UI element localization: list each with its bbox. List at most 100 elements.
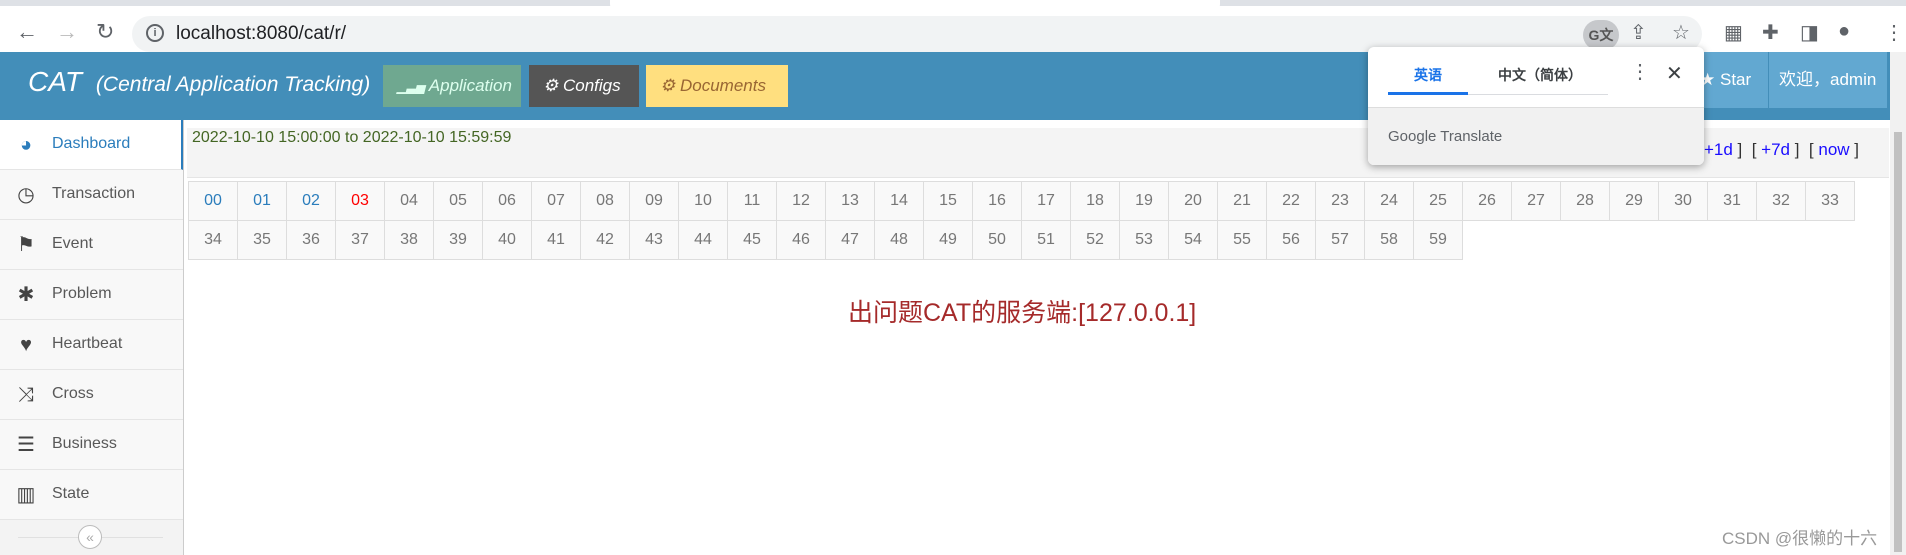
side-panel-icon[interactable]: ◨: [1800, 20, 1819, 45]
minute-cell-18[interactable]: 18: [1070, 181, 1120, 221]
minute-cell-19[interactable]: 19: [1119, 181, 1169, 221]
minute-cell-06[interactable]: 06: [482, 181, 532, 221]
minute-cell-43[interactable]: 43: [629, 220, 679, 260]
close-icon[interactable]: ✕: [1666, 61, 1683, 86]
scrollbar-thumb[interactable]: [1894, 132, 1902, 552]
sidebar-item-heartbeat[interactable]: ♥ Heartbeat: [0, 320, 183, 370]
forward-icon[interactable]: →: [56, 19, 78, 45]
tab-target-language[interactable]: 中文（简体）: [1498, 65, 1582, 85]
now-link[interactable]: now: [1818, 140, 1849, 159]
extensions-icon[interactable]: ✚: [1762, 20, 1779, 45]
minute-cell-15[interactable]: 15: [923, 181, 973, 221]
minute-cell-32[interactable]: 32: [1756, 181, 1806, 221]
minute-cell-45[interactable]: 45: [727, 220, 777, 260]
minute-cell-20[interactable]: 20: [1168, 181, 1218, 221]
minute-cell-58[interactable]: 58: [1364, 220, 1414, 260]
cogs-icon: ⚙: [660, 76, 676, 95]
time-range: 2022-10-10 15:00:00 to 2022-10-10 15:59:…: [192, 129, 512, 146]
minute-cell-42[interactable]: 42: [580, 220, 630, 260]
minute-cell-29[interactable]: 29: [1609, 181, 1659, 221]
minute-cell-13[interactable]: 13: [825, 181, 875, 221]
minute-cell-04[interactable]: 04: [384, 181, 434, 221]
minute-cell-01[interactable]: 01: [237, 181, 287, 221]
bookmark-star-icon[interactable]: ☆: [1672, 20, 1690, 45]
minute-cell-59[interactable]: 59: [1413, 220, 1463, 260]
reload-icon[interactable]: ↻: [96, 19, 114, 45]
minute-cell-49[interactable]: 49: [923, 220, 973, 260]
sidebar-item-label: State: [52, 485, 90, 502]
minute-cell-46[interactable]: 46: [776, 220, 826, 260]
minute-cell-50[interactable]: 50: [972, 220, 1022, 260]
tab-source-language[interactable]: 英语: [1414, 65, 1442, 85]
minute-cell-02[interactable]: 02: [286, 181, 336, 221]
star-button[interactable]: ★ Star: [1696, 52, 1768, 108]
minute-cell-00[interactable]: 00: [188, 181, 238, 221]
minute-cell-40[interactable]: 40: [482, 220, 532, 260]
minute-cell-09[interactable]: 09: [629, 181, 679, 221]
minute-cell-51[interactable]: 51: [1021, 220, 1071, 260]
minute-cell-21[interactable]: 21: [1217, 181, 1267, 221]
minute-cell-24[interactable]: 24: [1364, 181, 1414, 221]
minute-cell-33[interactable]: 33: [1805, 181, 1855, 221]
minute-cell-22[interactable]: 22: [1266, 181, 1316, 221]
sidebar-item-transaction[interactable]: ◷ Transaction: [0, 170, 183, 220]
application-button[interactable]: ▁▃▅ Application: [383, 65, 521, 107]
minute-cell-37[interactable]: 37: [335, 220, 385, 260]
documents-button[interactable]: ⚙ Documents: [646, 65, 788, 107]
more-options-icon[interactable]: ⋮: [1630, 59, 1650, 84]
minute-cell-11[interactable]: 11: [727, 181, 777, 221]
minute-cell-55[interactable]: 55: [1217, 220, 1267, 260]
minute-cell-57[interactable]: 57: [1315, 220, 1365, 260]
minute-cell-23[interactable]: 23: [1315, 181, 1365, 221]
minute-cell-25[interactable]: 25: [1413, 181, 1463, 221]
back-icon[interactable]: ←: [16, 19, 38, 45]
minute-cell-27[interactable]: 27: [1511, 181, 1561, 221]
minute-cell-38[interactable]: 38: [384, 220, 434, 260]
sidebar-item-problem[interactable]: ✱ Problem: [0, 270, 183, 320]
sidebar-item-business[interactable]: ☰ Business: [0, 420, 183, 470]
minute-cell-08[interactable]: 08: [580, 181, 630, 221]
minute-cell-41[interactable]: 41: [531, 220, 581, 260]
collapse-sidebar-button[interactable]: «: [78, 525, 102, 549]
minute-cell-07[interactable]: 07: [531, 181, 581, 221]
minute-cell-16[interactable]: 16: [972, 181, 1022, 221]
minute-cell-54[interactable]: 54: [1168, 220, 1218, 260]
minute-cell-36[interactable]: 36: [286, 220, 336, 260]
minute-cell-05[interactable]: 05: [433, 181, 483, 221]
minute-cell-10[interactable]: 10: [678, 181, 728, 221]
brand[interactable]: CAT (Central Application Tracking): [28, 66, 370, 98]
minute-cell-14[interactable]: 14: [874, 181, 924, 221]
minute-cell-34[interactable]: 34: [188, 220, 238, 260]
sidebar-item-cross[interactable]: ⤨ Cross: [0, 370, 183, 420]
site-info-icon[interactable]: i: [146, 24, 164, 42]
plus-7d-link[interactable]: +7d: [1761, 140, 1790, 159]
menu-icon[interactable]: ⋮: [1884, 20, 1904, 45]
minute-cell-28[interactable]: 28: [1560, 181, 1610, 221]
minute-cell-35[interactable]: 35: [237, 220, 287, 260]
configs-button[interactable]: ⚙ Configs: [529, 65, 639, 107]
scrollbar[interactable]: [1890, 52, 1906, 555]
profile-avatar-icon[interactable]: ●: [1838, 20, 1850, 43]
user-menu[interactable]: 欢迎，admin: [1769, 52, 1887, 108]
sidebar-item-state[interactable]: ▥ State: [0, 470, 183, 520]
minute-cell-44[interactable]: 44: [678, 220, 728, 260]
sidebar-item-event[interactable]: ⚑ Event: [0, 220, 183, 270]
translate-icon[interactable]: G文: [1583, 20, 1619, 50]
minute-cell-52[interactable]: 52: [1070, 220, 1120, 260]
minute-cell-03[interactable]: 03: [335, 181, 385, 221]
url-text[interactable]: localhost:8080/cat/r/: [176, 23, 346, 45]
minute-cell-31[interactable]: 31: [1707, 181, 1757, 221]
minute-cell-12[interactable]: 12: [776, 181, 826, 221]
minute-cell-39[interactable]: 39: [433, 220, 483, 260]
plus-1d-link[interactable]: +1d: [1704, 140, 1733, 159]
sidebar-item-dashboard[interactable]: ◕ Dashboard: [0, 120, 183, 170]
minute-cell-53[interactable]: 53: [1119, 220, 1169, 260]
minute-cell-30[interactable]: 30: [1658, 181, 1708, 221]
share-icon[interactable]: ⇪: [1630, 20, 1647, 45]
minute-cell-56[interactable]: 56: [1266, 220, 1316, 260]
minute-cell-47[interactable]: 47: [825, 220, 875, 260]
minute-cell-26[interactable]: 26: [1462, 181, 1512, 221]
qr-code-icon[interactable]: ▦: [1724, 20, 1743, 45]
minute-cell-17[interactable]: 17: [1021, 181, 1071, 221]
minute-cell-48[interactable]: 48: [874, 220, 924, 260]
